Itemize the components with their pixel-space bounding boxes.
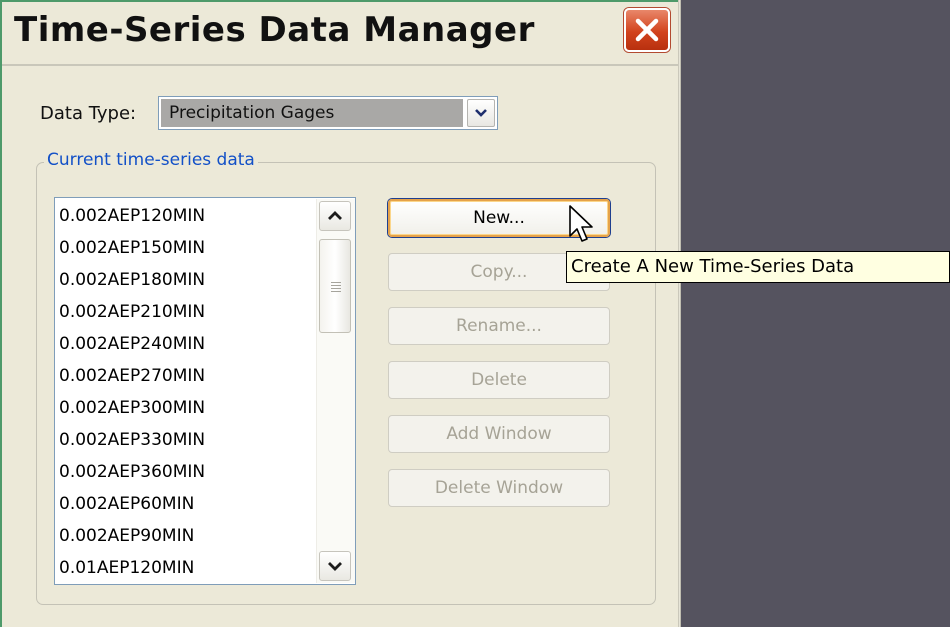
list-item[interactable]: 0.002AEP150MIN (59, 232, 314, 264)
thumb-grip (331, 285, 341, 286)
data-type-dropdown-button[interactable] (467, 99, 495, 127)
list-item[interactable]: 0.002AEP120MIN (59, 200, 314, 232)
new-button-tooltip: Create A New Time-Series Data (566, 251, 950, 283)
title-bar[interactable]: Time-Series Data Manager (2, 2, 680, 66)
add-window-button[interactable]: Add Window (388, 415, 610, 453)
list-item[interactable]: 0.002AEP60MIN (59, 488, 314, 520)
dialog-right-border (678, 0, 681, 627)
data-type-select[interactable]: Precipitation Gages (158, 96, 498, 130)
chevron-up-icon (328, 211, 342, 220)
chevron-down-icon (475, 109, 487, 117)
list-item[interactable]: 0.002AEP330MIN (59, 424, 314, 456)
rename-button[interactable]: Rename... (388, 307, 610, 345)
time-series-list[interactable]: 0.002AEP120MIN 0.002AEP150MIN 0.002AEP18… (54, 197, 356, 585)
close-button[interactable] (624, 8, 670, 52)
scroll-thumb[interactable] (319, 239, 351, 333)
list-item[interactable]: 0.002AEP180MIN (59, 264, 314, 296)
scroll-up-button[interactable] (319, 201, 351, 231)
thumb-grip (331, 282, 341, 283)
thumb-grip (331, 288, 341, 289)
list-item[interactable]: 0.002AEP210MIN (59, 296, 314, 328)
list-item[interactable]: 0.002AEP270MIN (59, 360, 314, 392)
close-icon (635, 18, 659, 42)
chevron-down-icon (328, 562, 342, 571)
thumb-grip (331, 291, 341, 292)
delete-window-button[interactable]: Delete Window (388, 469, 610, 507)
window-title: Time-Series Data Manager (14, 10, 535, 50)
list-item[interactable]: 0.002AEP300MIN (59, 392, 314, 424)
scroll-down-button[interactable] (319, 551, 351, 581)
group-legend: Current time-series data (44, 150, 258, 170)
list-item[interactable]: 0.01AEP120MIN (59, 552, 314, 584)
list-item[interactable]: 0.002AEP240MIN (59, 328, 314, 360)
data-type-label: Data Type: (40, 103, 137, 124)
delete-button[interactable]: Delete (388, 361, 610, 399)
mouse-pointer-icon (569, 205, 593, 242)
list-scrollbar[interactable] (316, 199, 355, 583)
time-series-dialog: Time-Series Data Manager Data Type: Prec… (0, 0, 680, 627)
data-type-selected-value: Precipitation Gages (161, 99, 463, 127)
list-item[interactable]: 0.002AEP360MIN (59, 456, 314, 488)
list-item[interactable]: 0.002AEP90MIN (59, 520, 314, 552)
